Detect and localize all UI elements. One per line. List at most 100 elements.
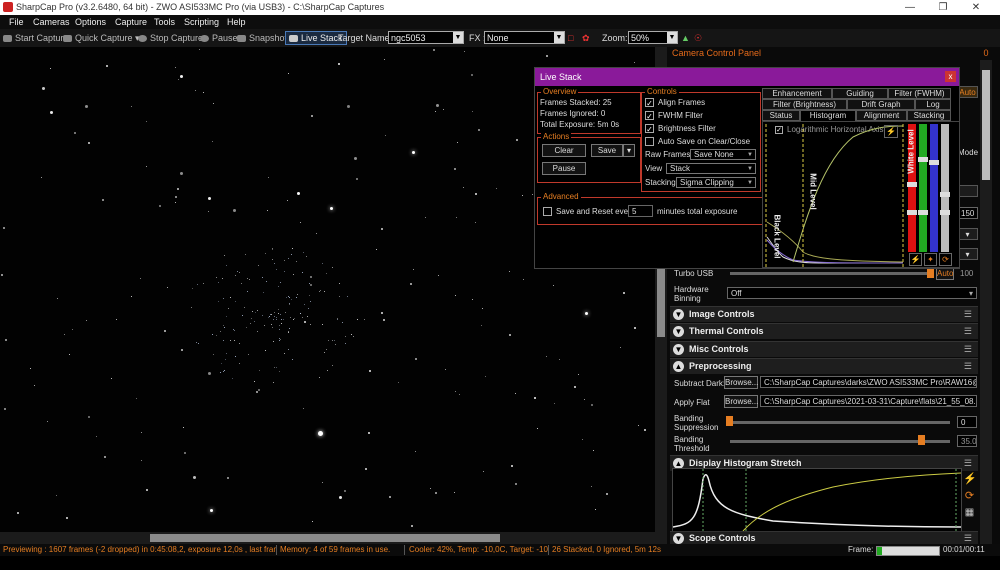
menu-options[interactable]: Options (75, 17, 106, 27)
maximize-button[interactable]: ❐ (928, 0, 958, 15)
auto-level-icon[interactable]: ⚡ (909, 253, 922, 266)
side-auto-small-button[interactable]: ​ (957, 185, 978, 197)
fx-select[interactable]: None ▼ (484, 31, 565, 44)
green-channel-bar[interactable] (919, 124, 927, 252)
save-dropdown-button[interactable]: ▾ (623, 144, 635, 157)
brightness-filter-checkbox[interactable]: ✓ (645, 124, 654, 134)
tab-enhancement[interactable]: Enhancement (762, 88, 832, 99)
quick-capture-button[interactable]: Quick Capture ▾ (63, 33, 140, 44)
luminance-black-handle[interactable] (940, 210, 950, 215)
auto-stretch-icon[interactable]: ⚡ (963, 472, 977, 485)
red-level-handle[interactable] (907, 182, 917, 187)
apply-flat-path[interactable]: C:\SharpCap Captures\2021-03-31\Capture\… (760, 395, 977, 407)
menu-icon[interactable]: ☰ (964, 326, 972, 337)
section-thermal-controls[interactable]: ▼ Thermal Controls ☰ (670, 323, 978, 339)
live-stack-title-bar[interactable]: Live Stack x (535, 68, 959, 86)
turbo-usb-slider[interactable] (730, 272, 930, 275)
menu-tools[interactable]: Tools (154, 17, 175, 27)
menu-icon[interactable]: ☰ (964, 309, 972, 320)
zoom-select[interactable]: 50% ▼ (628, 31, 678, 44)
luminance-channel-bar[interactable] (941, 124, 949, 252)
menu-icon[interactable]: ☰ (964, 458, 972, 469)
minimize-button[interactable]: — (895, 0, 925, 15)
auto-stretch-icon[interactable]: ⚡ (884, 125, 898, 138)
section-misc-controls[interactable]: ▼ Misc Controls ☰ (670, 341, 978, 357)
side-value-field[interactable]: 150 (957, 207, 978, 219)
section-image-controls[interactable]: ▼ Image Controls ☰ (670, 306, 978, 322)
banding-suppression-value[interactable]: 0 (957, 416, 977, 428)
side-auto-button[interactable]: Auto (957, 86, 978, 98)
auto-save-checkbox[interactable] (645, 137, 654, 146)
live-stack-close-button[interactable]: x (945, 71, 956, 82)
turbo-usb-slider-thumb[interactable] (927, 268, 934, 278)
menu-help[interactable]: Help (227, 17, 246, 27)
align-frames-checkbox[interactable]: ✓ (645, 98, 654, 108)
save-icon[interactable]: ▦ (963, 507, 976, 520)
pause-stack-button[interactable]: Pause (542, 162, 586, 175)
reticle-icon[interactable]: □ (568, 33, 573, 43)
close-window-button[interactable]: ✕ (961, 0, 991, 15)
green-level-handle[interactable] (918, 157, 928, 162)
histogram-icon[interactable]: ▲ (681, 33, 690, 43)
section-scope-controls[interactable]: ▼ Scope Controls ☰ (670, 531, 978, 545)
view-select[interactable]: Stack ▼ (666, 163, 756, 174)
settings-icon[interactable]: ✿ (582, 33, 590, 44)
turbo-usb-value[interactable]: 100 (960, 269, 973, 278)
image-horizontal-scrollbar[interactable] (0, 532, 667, 544)
menu-icon[interactable]: ☰ (964, 344, 972, 355)
display-histogram-graph[interactable] (672, 468, 962, 532)
blue-level-handle[interactable] (929, 160, 939, 165)
stop-capture-button[interactable]: Stop Capture (138, 33, 203, 43)
tab-histogram[interactable]: Histogram (800, 110, 856, 121)
menu-cameras[interactable]: Cameras (33, 17, 70, 27)
stack-histogram-plot[interactable] (763, 122, 959, 267)
minutes-input[interactable]: 5 (628, 205, 653, 217)
save-reset-checkbox[interactable] (543, 207, 552, 216)
tab-drift-graph[interactable]: Drift Graph (847, 99, 915, 110)
luminance-level-handle[interactable] (940, 192, 950, 197)
subtract-dark-path[interactable]: C:\SharpCap Captures\darks\ZWO ASI533MC … (760, 376, 977, 388)
tab-stacking[interactable]: Stacking (907, 110, 951, 121)
panel-scrollbar[interactable] (980, 60, 992, 544)
raw-frames-select[interactable]: Save None ▼ (690, 149, 756, 160)
banding-threshold-slider-thumb[interactable] (918, 435, 925, 445)
scroll-thumb[interactable] (982, 70, 990, 180)
subtract-dark-browse-button[interactable]: Browse... (724, 376, 758, 389)
tab-filter-brightness[interactable]: Filter (Brightness) (762, 99, 847, 110)
banding-suppression-slider[interactable] (730, 421, 950, 424)
star-icon[interactable]: ✦ (924, 253, 937, 266)
start-capture-button[interactable]: Start Capture (3, 33, 69, 43)
side-chevron-button[interactable]: ▾ (957, 228, 978, 240)
hardware-binning-select[interactable]: Off ▾ (727, 287, 977, 299)
blue-channel-bar[interactable] (930, 124, 938, 252)
clear-button[interactable]: Clear (542, 144, 586, 157)
apply-flat-browse-button[interactable]: Browse... (724, 395, 758, 408)
banding-suppression-slider-thumb[interactable] (726, 416, 733, 426)
tab-guiding[interactable]: Guiding (832, 88, 888, 99)
side-chevron-button[interactable]: ▾ (957, 248, 978, 260)
fwhm-filter-checkbox[interactable]: ✓ (645, 111, 654, 121)
tab-log[interactable]: Log (915, 99, 951, 110)
reset-icon[interactable]: ⟳ (963, 489, 976, 502)
tab-alignment[interactable]: Alignment (856, 110, 907, 121)
banding-threshold-slider[interactable] (730, 440, 950, 443)
menu-scripting[interactable]: Scripting (184, 17, 219, 27)
scroll-thumb[interactable] (150, 534, 500, 542)
pause-button[interactable]: Pause (200, 33, 238, 43)
banding-threshold-value[interactable]: 35.0 (957, 435, 977, 447)
target-name-input[interactable]: ngc5053 ▼ (388, 31, 464, 44)
tab-status[interactable]: Status (762, 110, 800, 121)
section-preprocessing[interactable]: ▲ Preprocessing ☰ (670, 358, 978, 374)
menu-capture[interactable]: Capture (115, 17, 147, 27)
green-black-handle[interactable] (918, 210, 928, 215)
menu-file[interactable]: File (9, 17, 24, 27)
menu-icon[interactable]: ☰ (964, 533, 972, 544)
menu-icon[interactable]: ☰ (964, 361, 972, 372)
red-black-handle[interactable] (907, 210, 917, 215)
stacking-select[interactable]: Sigma Clipping ▼ (676, 177, 756, 188)
zoom-icon[interactable]: ☉ (694, 33, 702, 44)
snapshot-button[interactable]: Snapshot (237, 33, 287, 43)
reset-icon[interactable]: ⟳ (939, 253, 952, 266)
tab-filter-fwhm[interactable]: Filter (FWHM) (888, 88, 951, 99)
save-button[interactable]: Save (591, 144, 623, 157)
